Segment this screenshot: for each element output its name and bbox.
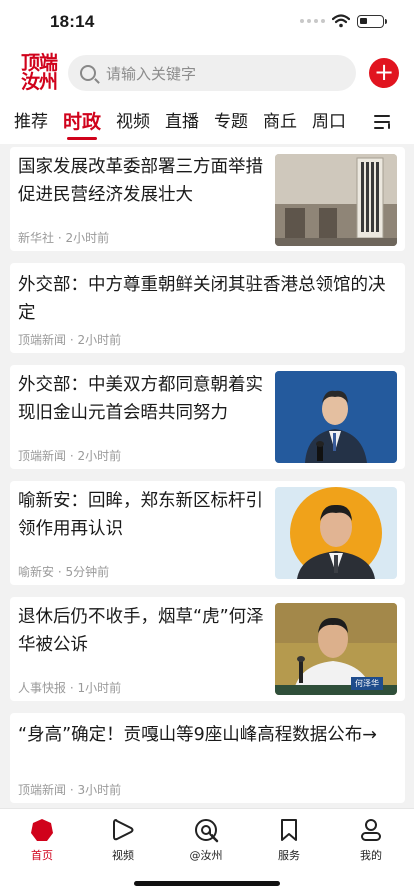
- image-caption: 何泽华: [351, 677, 383, 690]
- news-title: 外交部：中美双方都同意朝着实现旧金山元首会晤共同努力: [18, 375, 263, 423]
- nav-profile[interactable]: 我的: [341, 817, 401, 863]
- cellular-signal-icon: [300, 19, 325, 23]
- news-card[interactable]: 外交部：中美双方都同意朝着实现旧金山元首会晤共同努力 顶端新闻 · 2小时前: [10, 365, 405, 469]
- news-source: 喻新安: [18, 565, 55, 579]
- tab-zhoukou[interactable]: 周口: [312, 102, 346, 144]
- search-input[interactable]: 请输入关键字: [68, 55, 356, 91]
- nav-label: @汝州: [189, 849, 223, 862]
- news-source: 顶端新闻: [18, 783, 67, 797]
- nav-local[interactable]: @汝州: [176, 817, 236, 863]
- search-icon: [80, 65, 96, 81]
- bookmark-icon: [281, 819, 297, 841]
- nav-label: 视频: [112, 849, 134, 862]
- tab-topics[interactable]: 专题: [214, 102, 248, 144]
- header: 顶端 汝州 请输入关键字 +: [0, 46, 414, 102]
- news-title: 外交部：中方尊重朝鲜关闭其驻香港总领馆的决定: [18, 275, 386, 323]
- home-indicator: [134, 881, 280, 886]
- tab-recommend[interactable]: 推荐: [14, 102, 48, 144]
- nav-label: 我的: [360, 849, 382, 862]
- status-bar: 18:14: [0, 0, 414, 46]
- speech-photo: 何泽华: [275, 603, 397, 695]
- news-meta: 喻新安 · 5分钟前: [18, 565, 110, 579]
- news-title: 退休后仍不收手，烟草“虎”何泽华被公诉: [18, 607, 264, 655]
- news-card[interactable]: 外交部：中方尊重朝鲜关闭其驻香港总领馆的决定 顶端新闻 · 2小时前: [10, 263, 405, 353]
- tab-live[interactable]: 直播: [165, 102, 199, 144]
- news-time: 5分钟前: [65, 565, 110, 579]
- news-source: 新华社: [18, 231, 55, 245]
- at-local-icon: [195, 819, 219, 843]
- home-icon: [31, 819, 53, 841]
- tab-shangqiu[interactable]: 商丘: [263, 102, 297, 144]
- news-source: 人事快报: [18, 681, 67, 695]
- news-meta: 人事快报 · 1小时前: [18, 681, 122, 695]
- tab-politics[interactable]: 时政: [63, 102, 101, 144]
- search-placeholder: 请输入关键字: [106, 64, 197, 83]
- news-card[interactable]: 喻新安：回眸，郑东新区标杆引领作用再认识 喻新安 · 5分钟前: [10, 481, 405, 585]
- news-time: 2小时前: [65, 231, 110, 245]
- news-source: 顶端新闻: [18, 333, 67, 347]
- news-time: 1小时前: [77, 681, 122, 695]
- portrait-photo: [275, 487, 397, 579]
- nav-video[interactable]: 视频: [93, 817, 153, 863]
- status-indicators: [300, 14, 387, 28]
- news-card[interactable]: 国家发展改革委部署三方面举措促进民营经济发展壮大 新华社 · 2小时前: [10, 147, 405, 251]
- profile-icon: [361, 819, 381, 841]
- channel-menu-icon[interactable]: [374, 114, 392, 130]
- add-button[interactable]: +: [369, 58, 399, 88]
- news-time: 2小时前: [77, 333, 122, 347]
- news-meta: 顶端新闻 · 2小时前: [18, 449, 122, 463]
- news-title: 国家发展改革委部署三方面举措促进民营经济发展壮大: [18, 157, 263, 205]
- news-card[interactable]: 退休后仍不收手，烟草“虎”何泽华被公诉 人事快报 · 1小时前 何泽华: [10, 597, 405, 701]
- logo-line-2: 汝州: [20, 71, 58, 93]
- battery-icon: [357, 14, 387, 28]
- government-building-photo: [275, 154, 397, 246]
- news-meta: 新华社 · 2小时前: [18, 231, 110, 245]
- press-conference-photo: [275, 371, 397, 463]
- news-title: 喻新安：回眸，郑东新区标杆引领作用再认识: [18, 491, 263, 539]
- news-meta: 顶端新闻 · 3小时前: [18, 783, 122, 797]
- nav-services[interactable]: 服务: [259, 817, 319, 863]
- nav-home[interactable]: 首页: [12, 817, 72, 863]
- news-meta: 顶端新闻 · 2小时前: [18, 333, 122, 347]
- tab-video[interactable]: 视频: [116, 102, 150, 144]
- nav-label: 服务: [278, 849, 300, 862]
- nav-label: 首页: [31, 849, 53, 862]
- channel-tabs: 推荐 时政 视频 直播 专题 商丘 周口: [0, 102, 414, 144]
- news-card[interactable]: “身高”确定！贡嘎山等9座山峰高程数据公布→ 顶端新闻 · 3小时前: [10, 713, 405, 803]
- status-time: 18:14: [50, 12, 95, 31]
- news-time: 3小时前: [77, 783, 122, 797]
- app-logo[interactable]: 顶端 汝州: [18, 54, 60, 94]
- play-icon: [113, 819, 134, 841]
- news-source: 顶端新闻: [18, 449, 67, 463]
- wifi-icon: [332, 14, 350, 28]
- news-title: “身高”确定！贡嘎山等9座山峰高程数据公布→: [18, 725, 377, 745]
- news-time: 2小时前: [77, 449, 122, 463]
